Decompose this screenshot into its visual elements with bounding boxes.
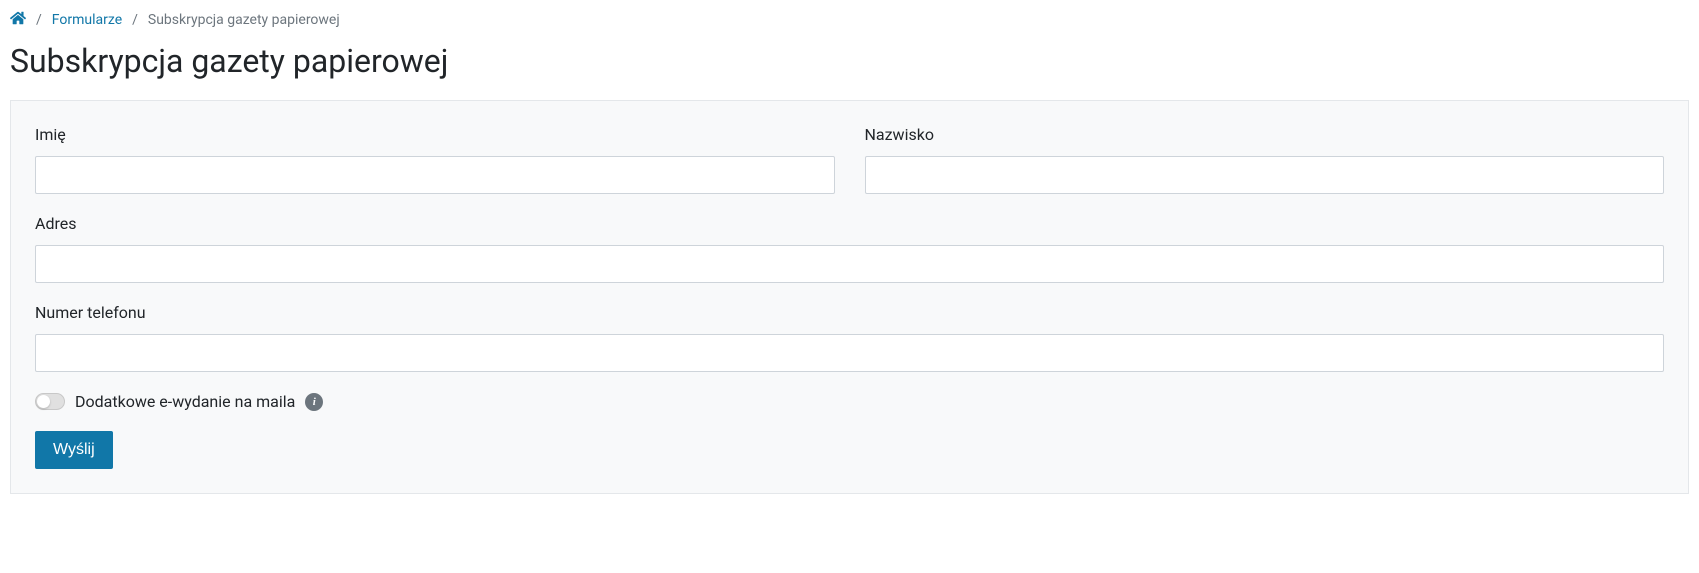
- address-input[interactable]: [35, 245, 1664, 283]
- address-label: Adres: [35, 214, 1664, 233]
- lastname-group: Nazwisko: [865, 125, 1665, 194]
- submit-button[interactable]: Wyślij: [35, 431, 113, 469]
- lastname-label: Nazwisko: [865, 125, 1665, 144]
- info-icon[interactable]: i: [305, 393, 323, 411]
- phone-label: Numer telefonu: [35, 303, 1664, 322]
- firstname-group: Imię: [35, 125, 835, 194]
- phone-group: Numer telefonu: [35, 303, 1664, 372]
- breadcrumb-current: Subskrypcja gazety papierowej: [148, 12, 340, 28]
- page-title: Subskrypcja gazety papierowej: [10, 42, 1689, 80]
- eedition-label: Dodatkowe e-wydanie na maila: [75, 392, 295, 411]
- phone-input[interactable]: [35, 334, 1664, 372]
- address-group: Adres: [35, 214, 1664, 283]
- eedition-switch[interactable]: [35, 393, 65, 410]
- firstname-label: Imię: [35, 125, 835, 144]
- firstname-input[interactable]: [35, 156, 835, 194]
- lastname-input[interactable]: [865, 156, 1665, 194]
- breadcrumb-separator: /: [132, 12, 138, 28]
- breadcrumb: / Formularze / Subskrypcja gazety papier…: [10, 10, 1689, 30]
- breadcrumb-separator: /: [36, 12, 42, 28]
- breadcrumb-home-link[interactable]: [10, 10, 26, 30]
- switch-slider: [35, 393, 65, 410]
- form-card: Imię Nazwisko Adres Numer telefonu Dodat…: [10, 100, 1689, 494]
- breadcrumb-forms-link[interactable]: Formularze: [52, 12, 122, 28]
- eedition-row: Dodatkowe e-wydanie na maila i: [35, 392, 1664, 411]
- home-icon: [10, 10, 26, 26]
